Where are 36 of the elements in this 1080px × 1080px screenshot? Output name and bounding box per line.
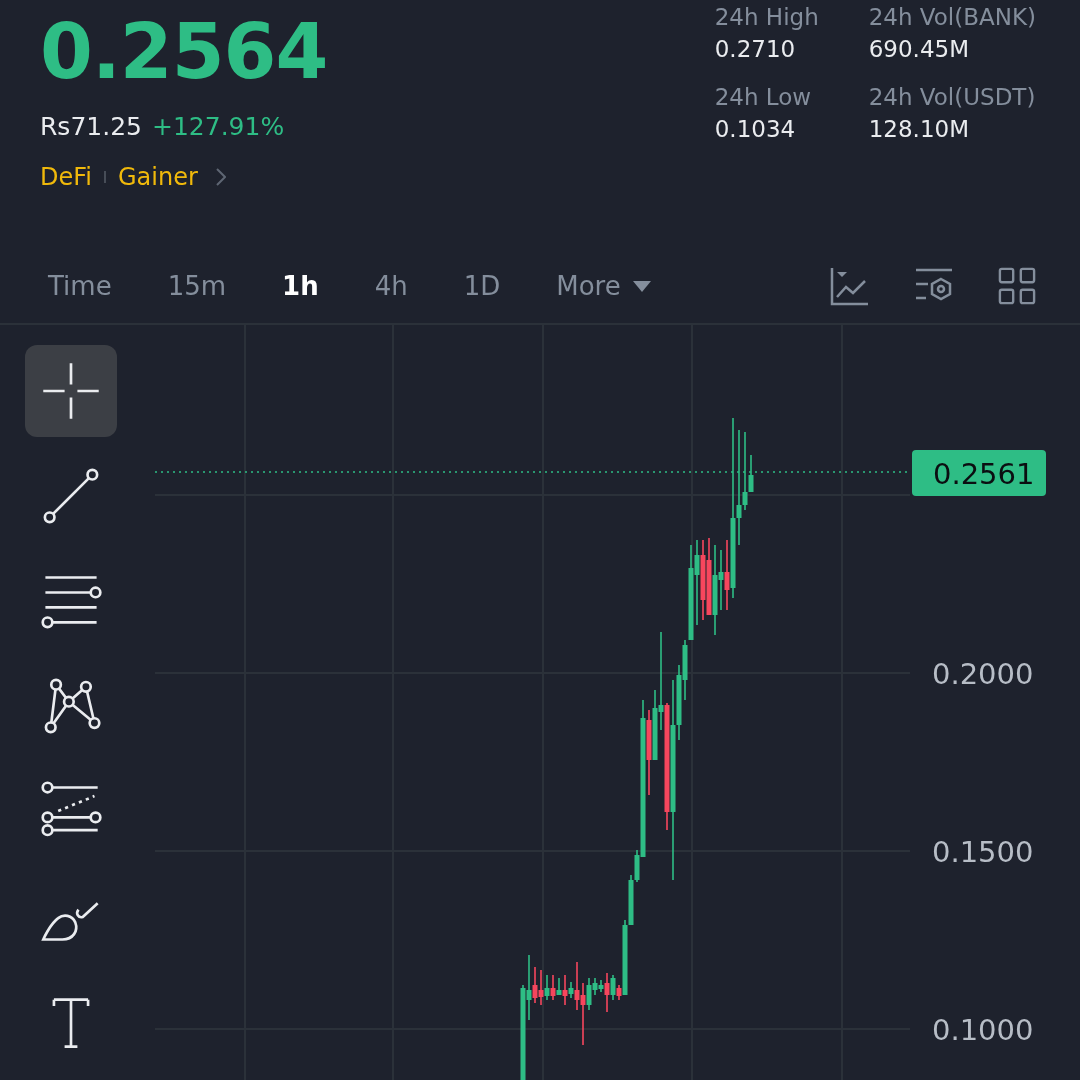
interval-tab[interactable]: 1D (455, 267, 509, 306)
stat-label: 24h Vol(USDT) (868, 84, 1036, 110)
price-axis-label: 0.1500 (932, 835, 1034, 869)
falling-candle (562, 974, 568, 1006)
last-price-tag: 0.2561 (912, 450, 1046, 496)
interval-tab[interactable]: 15m (159, 267, 235, 306)
category-tag[interactable]: Gainer (118, 163, 198, 191)
stat-label: 24h Low (714, 84, 813, 110)
caret-down-icon (632, 280, 651, 292)
interval-tab[interactable]: Time (40, 267, 120, 306)
stat-label: 24h Vol(BANK) (868, 4, 1036, 30)
falling-candle (604, 972, 610, 1013)
rising-candle (544, 974, 550, 1001)
last-price: 0.2564 (40, 14, 328, 90)
category-tag[interactable]: DeFi (40, 163, 92, 191)
falling-candle (550, 974, 556, 1001)
line-chart-icon[interactable] (830, 266, 870, 307)
stat-value: 690.45M (868, 36, 970, 62)
more-dropdown[interactable]: More (548, 267, 659, 306)
interval-tab[interactable]: 1h (274, 267, 327, 306)
fiat-price: Rs71.25 (40, 112, 142, 141)
falling-candle (616, 984, 622, 1001)
price-axis-label: 0.1000 (932, 1013, 1034, 1047)
stat-value: 0.1034 (714, 116, 797, 142)
falling-candle (724, 539, 730, 611)
rising-candle (568, 981, 574, 999)
chevron-right-icon[interactable] (215, 168, 226, 186)
stat-label: 24h High (714, 4, 820, 30)
price-axis-label: 0.2000 (932, 657, 1034, 691)
grid-icon[interactable] (998, 267, 1036, 306)
rising-candle (610, 974, 616, 1001)
stat-value: 0.2710 (714, 36, 797, 62)
stat-value: 128.10M (868, 116, 970, 142)
rising-candle (556, 977, 562, 996)
interval-tab[interactable]: 4h (366, 267, 416, 306)
price-change: +127.91% (151, 112, 285, 141)
